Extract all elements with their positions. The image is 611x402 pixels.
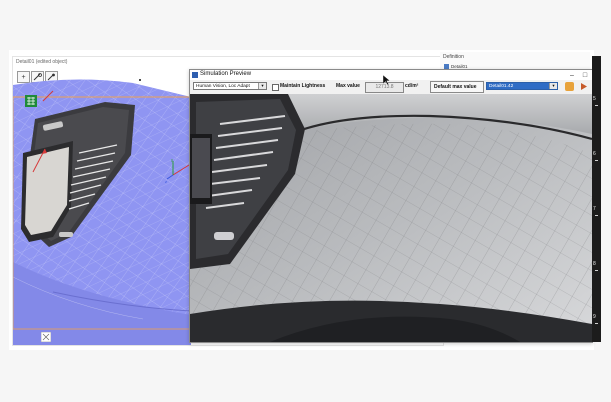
chevron-down-icon: ▾ — [549, 83, 557, 89]
detail-select-value: Detail01.42 — [489, 84, 514, 89]
default-max-value-button[interactable]: Default max value — [430, 81, 484, 93]
ruler-label: 5 — [593, 96, 596, 102]
vertical-ruler: 5 6 7 8 9 — [592, 56, 601, 342]
ruler-tick — [595, 323, 598, 324]
maintain-lightness-label: Maintain Lightness — [280, 83, 326, 89]
maintain-lightness-checkbox[interactable] — [272, 84, 279, 91]
axis-reset-icon[interactable] — [41, 332, 51, 342]
unit-label: cd/m² — [405, 83, 419, 89]
ruler-tick — [595, 270, 598, 271]
svg-text:z: z — [165, 179, 167, 183]
dashboard-render-image — [190, 94, 592, 342]
chevron-down-icon: ▾ — [258, 83, 266, 89]
vision-mode-value: Human Vision, Loc Adapt — [196, 84, 250, 89]
play-icon[interactable] — [579, 82, 588, 91]
ruler-tick — [595, 215, 598, 216]
pivot-point — [139, 79, 141, 81]
sim-window-title: Simulation Preview — [200, 71, 252, 77]
mouse-cursor-icon — [383, 75, 391, 85]
app-icon — [192, 72, 198, 78]
maximize-button[interactable]: □ — [579, 70, 591, 80]
simulation-preview-window: Simulation Preview – □ Human Vision, Loc… — [189, 69, 593, 343]
settings-icon[interactable] — [565, 82, 574, 91]
svg-text:y: y — [171, 157, 173, 162]
detail-select[interactable]: Detail01.42 ▾ — [486, 82, 558, 90]
ruler-label: 9 — [593, 314, 596, 320]
sim-toolbar: Human Vision, Loc Adapt ▾ Maintain Light… — [190, 80, 592, 95]
max-value-label: Max value — [336, 83, 360, 89]
ruler-tick — [595, 105, 598, 106]
ruler-label: 8 — [593, 261, 596, 267]
ruler-tick — [595, 160, 598, 161]
maximize-icon: □ — [582, 71, 588, 79]
vision-mode-select[interactable]: Human Vision, Loc Adapt ▾ — [193, 82, 267, 90]
minimize-icon: – — [570, 71, 574, 79]
detail-icon — [444, 63, 449, 69]
definition-label: Definition — [443, 54, 464, 60]
simulation-render[interactable] — [190, 94, 592, 342]
default-max-value-label: Default max value — [434, 84, 477, 90]
grid-toggle-icon[interactable] — [25, 95, 37, 107]
ruler-label: 7 — [593, 206, 596, 212]
minimize-button[interactable]: – — [566, 70, 578, 80]
ruler-label: 6 — [593, 151, 596, 157]
definition-item-label: Detail01 — [451, 63, 468, 69]
